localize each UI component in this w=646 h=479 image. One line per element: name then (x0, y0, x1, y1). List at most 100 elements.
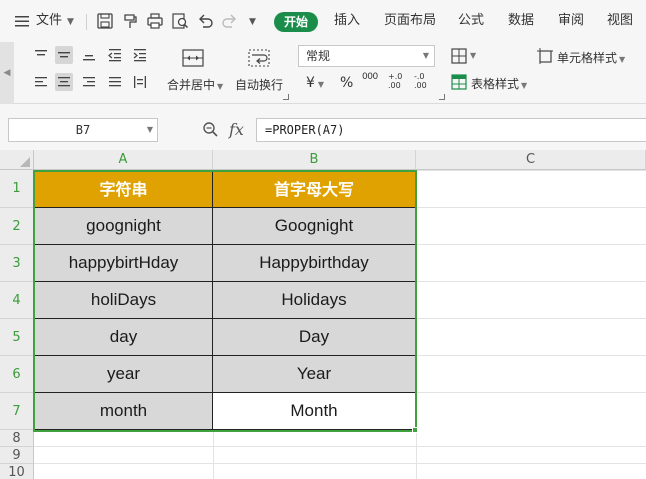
percent-format-button[interactable]: % (340, 75, 353, 91)
increase-decimal-button[interactable]: +.0 .00 (388, 72, 408, 90)
redo-icon[interactable] (221, 12, 239, 30)
hamburger-menu-icon[interactable] (15, 15, 29, 27)
chevron-down-icon: ▼ (146, 125, 153, 134)
cell-style-icon[interactable] (537, 48, 553, 64)
column-header-c[interactable]: C (416, 150, 646, 170)
insert-function-button[interactable]: fx (229, 120, 244, 139)
increase-indent-icon[interactable] (131, 46, 149, 64)
cell-a1[interactable]: 字符串 (34, 170, 213, 208)
cell-b3[interactable]: Happybirthday (213, 245, 416, 282)
cell-b7[interactable]: Month (213, 393, 416, 430)
gridline (416, 281, 646, 282)
align-bottom-icon[interactable] (80, 46, 98, 64)
select-all-corner[interactable] (0, 150, 34, 170)
file-menu-label: 文件 (36, 13, 63, 28)
gridline (416, 207, 646, 208)
gridline (213, 430, 214, 479)
chevron-down-icon: ▼ (521, 81, 528, 90)
format-painter-icon[interactable] (121, 12, 139, 30)
justify-icon[interactable] (106, 73, 124, 91)
cell-style-button[interactable]: 单元格样式 ▼ (557, 49, 625, 66)
wrap-text-button[interactable]: 自动换行 (235, 76, 283, 93)
row-header-5[interactable]: 5 (0, 319, 34, 356)
table-style-label: 表格样式 (471, 77, 520, 91)
merge-center-label: 合并居中 (167, 78, 216, 92)
print-preview-icon[interactable] (171, 12, 189, 30)
number-format-value: 常规 (306, 49, 331, 63)
undo-icon[interactable] (196, 12, 214, 30)
cell-b6[interactable]: Year (213, 356, 416, 393)
customize-toolbar-icon[interactable]: ▼ (249, 17, 256, 27)
merge-center-button[interactable]: 合并居中 ▼ (167, 76, 223, 93)
name-box[interactable]: B7 ▼ (8, 118, 158, 142)
tab-data[interactable]: 数据 (508, 10, 534, 32)
column-header-b[interactable]: B (213, 150, 416, 170)
spreadsheet-grid: A B C 1 2 3 4 5 6 7 8 9 10 字符串 首字母大写 goo… (0, 150, 646, 479)
table-style-button[interactable]: 表格样式 ▼ (471, 75, 527, 92)
gridline (416, 392, 646, 393)
row-header-4[interactable]: 4 (0, 282, 34, 319)
cell-b1[interactable]: 首字母大写 (213, 170, 416, 208)
chevron-down-icon: ▼ (422, 51, 429, 60)
formula-bar: B7 ▼ fx =PROPER(A7) (0, 104, 646, 150)
align-top-icon[interactable] (32, 46, 50, 64)
fill-handle[interactable] (412, 427, 418, 433)
row-header-9[interactable]: 9 (0, 447, 34, 464)
tab-page-layout[interactable]: 页面布局 (384, 10, 436, 32)
zoom-search-icon[interactable] (202, 121, 220, 142)
gridline (416, 244, 646, 245)
cell-a6[interactable]: year (34, 356, 213, 393)
align-right-icon[interactable] (80, 73, 98, 91)
cell-reference: B7 (75, 123, 91, 137)
gridline (416, 355, 646, 356)
column-header-a[interactable]: A (34, 150, 213, 170)
cell-b2[interactable]: Goognight (213, 208, 416, 245)
divider (86, 14, 87, 30)
tab-formulas[interactable]: 公式 (458, 10, 484, 32)
currency-format-button[interactable]: ¥ ▼ (306, 75, 324, 91)
file-menu[interactable]: 文件 ▼ (36, 10, 74, 32)
currency-symbol: ¥ (306, 75, 315, 91)
tab-review[interactable]: 审阅 (558, 10, 584, 32)
align-left-icon[interactable] (32, 73, 50, 91)
save-icon[interactable] (96, 12, 114, 30)
row-header-3[interactable]: 3 (0, 245, 34, 282)
ribbon-scroll-left-icon[interactable]: ◀ (0, 42, 14, 104)
merge-center-icon[interactable] (182, 48, 204, 68)
row-header-6[interactable]: 6 (0, 356, 34, 393)
alignment-settings-icon[interactable] (283, 94, 289, 100)
cell-style-label: 单元格样式 (557, 51, 618, 65)
decrease-decimal-button[interactable]: -.0 .00 (414, 72, 434, 90)
tab-insert[interactable]: 插入 (334, 10, 360, 32)
distributed-align-icon[interactable] (131, 73, 149, 91)
table-style-icon[interactable] (451, 74, 467, 90)
gridline (416, 170, 646, 171)
wrap-text-icon[interactable] (248, 48, 270, 68)
print-icon[interactable] (146, 12, 164, 30)
cell-a3[interactable]: happybirtHday (34, 245, 213, 282)
menu-bar: 文件 ▼ ▼ 开始 插入 页面布局 公式 数据 审阅 视图 (0, 0, 646, 42)
row-header-1[interactable]: 1 (0, 170, 34, 208)
cell-a4[interactable]: holiDays (34, 282, 213, 319)
row-header-2[interactable]: 2 (0, 208, 34, 245)
align-middle-icon[interactable] (55, 46, 73, 64)
thousands-separator-button[interactable]: 000 (362, 72, 378, 82)
cell-a5[interactable]: day (34, 319, 213, 356)
number-format-select[interactable]: 常规 ▼ (298, 45, 435, 67)
borders-icon[interactable] (451, 48, 469, 64)
cell-b5[interactable]: Day (213, 319, 416, 356)
cell-a2[interactable]: goognight (34, 208, 213, 245)
row-header-7[interactable]: 7 (0, 393, 34, 430)
align-center-icon[interactable] (55, 73, 73, 91)
tab-view[interactable]: 视图 (607, 10, 633, 32)
decrease-indent-icon[interactable] (106, 46, 124, 64)
chevron-down-icon[interactable]: ▼ (470, 51, 476, 60)
chevron-down-icon: ▼ (317, 80, 325, 89)
row-header-10[interactable]: 10 (0, 464, 34, 479)
row-header-8[interactable]: 8 (0, 430, 34, 447)
tab-start[interactable]: 开始 (274, 12, 318, 32)
cell-b4[interactable]: Holidays (213, 282, 416, 319)
formula-input[interactable]: =PROPER(A7) (256, 118, 646, 142)
number-settings-icon[interactable] (439, 94, 445, 100)
cell-a7[interactable]: month (34, 393, 213, 430)
